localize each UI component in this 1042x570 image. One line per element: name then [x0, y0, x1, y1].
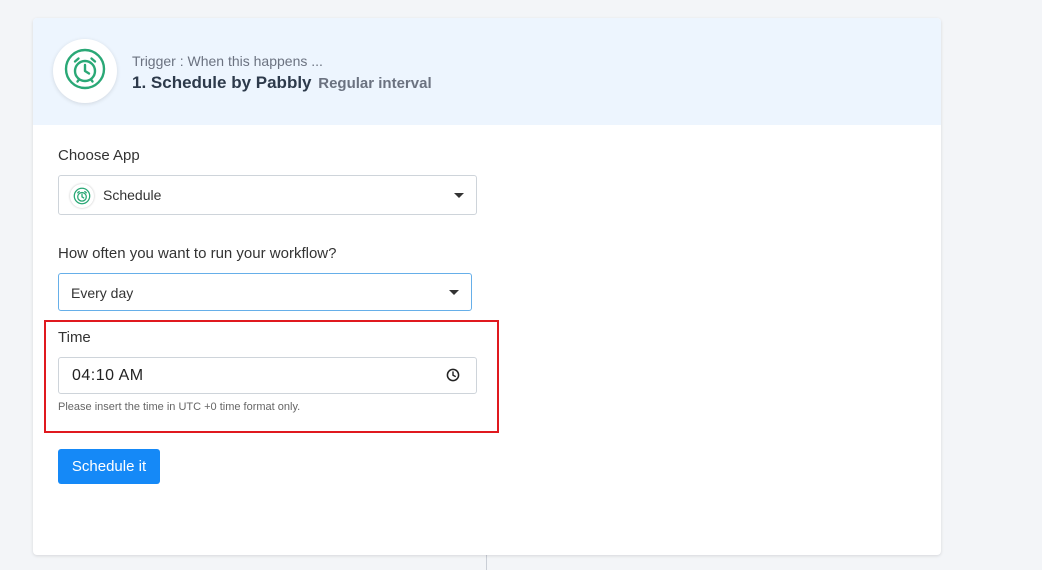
chevron-down-icon — [454, 193, 464, 198]
choose-app-label: Choose App — [58, 147, 140, 164]
schedule-it-button[interactable]: Schedule it — [58, 449, 160, 484]
trigger-title: 1. Schedule by Pabbly Regular interval — [132, 73, 432, 93]
time-label: Time — [58, 329, 91, 346]
frequency-label: How often you want to run your workflow? — [58, 245, 337, 262]
clock-icon[interactable] — [446, 368, 460, 385]
trigger-card: Trigger : When this happens ... 1. Sched… — [33, 18, 941, 555]
chevron-down-icon — [449, 290, 459, 295]
frequency-select[interactable]: Every day — [58, 273, 472, 311]
time-help-text: Please insert the time in UTC +0 time fo… — [58, 401, 301, 413]
trigger-title-text: 1. Schedule by Pabbly — [132, 73, 312, 92]
trigger-title-suffix: Regular interval — [318, 75, 432, 92]
trigger-header: Trigger : When this happens ... 1. Sched… — [33, 18, 941, 125]
trigger-subtitle: Trigger : When this happens ... — [132, 53, 323, 69]
time-input[interactable]: 04:10 AM — [58, 357, 477, 394]
choose-app-value: Schedule — [103, 187, 162, 203]
app-avatar — [53, 39, 117, 103]
schedule-app-icon — [70, 184, 94, 208]
frequency-value: Every day — [71, 285, 134, 301]
time-value: 04:10 AM — [72, 367, 144, 384]
alarm-clock-icon — [64, 48, 106, 95]
choose-app-select[interactable]: Schedule — [58, 175, 477, 215]
